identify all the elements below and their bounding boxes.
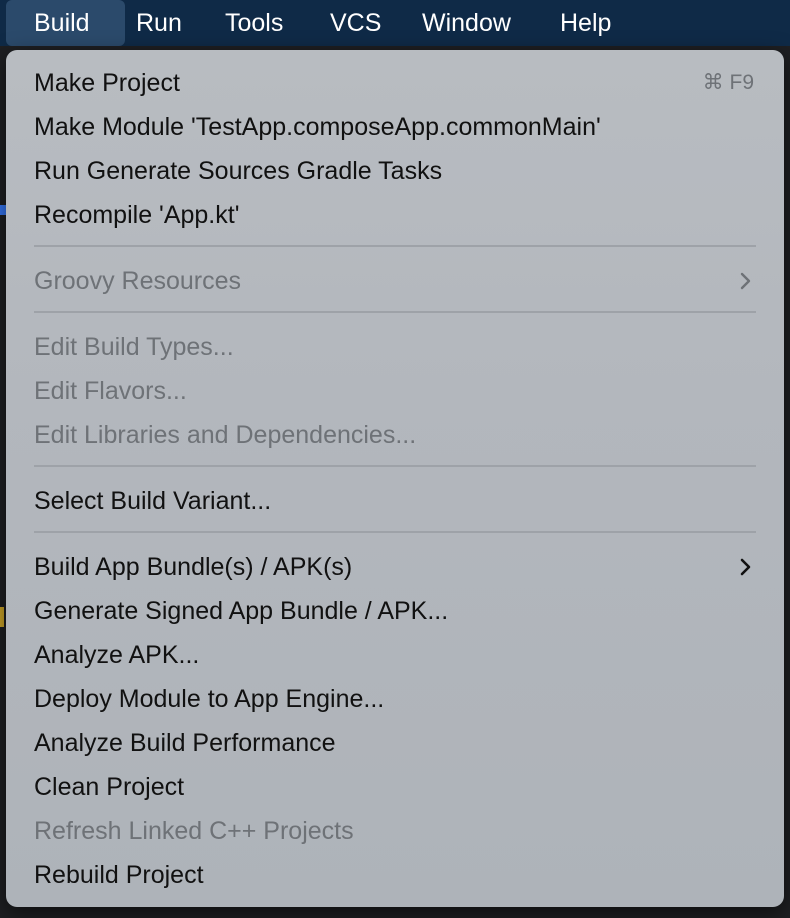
menu-item-label: Clean Project bbox=[34, 773, 185, 801]
menu-item-edit-libraries[interactable]: Edit Libraries and Dependencies... bbox=[34, 415, 756, 455]
menu-separator bbox=[34, 311, 756, 313]
menu-item-label: Select Build Variant... bbox=[34, 487, 272, 515]
menu-item-label: Recompile 'App.kt' bbox=[34, 201, 240, 229]
shortcut-label: ⌘ F9 bbox=[702, 71, 754, 94]
menu-item-refresh-linked-cpp[interactable]: Refresh Linked C++ Projects bbox=[34, 811, 756, 851]
menu-item-label: Analyze APK... bbox=[34, 641, 200, 669]
menu-item-deploy-module[interactable]: Deploy Module to App Engine... bbox=[34, 679, 756, 719]
menubar-vcs[interactable]: VCS bbox=[316, 0, 395, 46]
menu-item-label: Edit Libraries and Dependencies... bbox=[34, 421, 417, 449]
menu-item-label: Run Generate Sources Gradle Tasks bbox=[34, 157, 443, 185]
menu-item-edit-build-types[interactable]: Edit Build Types... bbox=[34, 327, 756, 367]
menu-item-label: Groovy Resources bbox=[34, 267, 242, 295]
menubar-build[interactable]: Build bbox=[6, 0, 125, 46]
menu-bar: Build Run Tools VCS Window Help bbox=[0, 0, 790, 46]
menu-item-label: Make Project bbox=[34, 69, 180, 97]
editor-marker-warning bbox=[0, 607, 4, 627]
menubar-run[interactable]: Run bbox=[122, 0, 196, 46]
build-menu: Make Project ⌘ F9 Make Module 'TestApp.c… bbox=[6, 50, 784, 907]
menu-item-make-project[interactable]: Make Project ⌘ F9 bbox=[34, 63, 756, 103]
menu-item-label: Make Module 'TestApp.composeApp.commonMa… bbox=[34, 113, 601, 141]
menu-item-label: Refresh Linked C++ Projects bbox=[34, 817, 354, 845]
menu-item-clean-project[interactable]: Clean Project bbox=[34, 767, 756, 807]
menu-item-label: Build App Bundle(s) / APK(s) bbox=[34, 553, 353, 581]
menu-item-analyze-build-performance[interactable]: Analyze Build Performance bbox=[34, 723, 756, 763]
menu-item-label: Deploy Module to App Engine... bbox=[34, 685, 385, 713]
menu-item-recompile[interactable]: Recompile 'App.kt' bbox=[34, 195, 756, 235]
menu-item-label: Generate Signed App Bundle / APK... bbox=[34, 597, 449, 625]
menu-separator bbox=[34, 245, 756, 247]
menubar-window[interactable]: Window bbox=[408, 0, 525, 46]
menu-item-label: Analyze Build Performance bbox=[34, 729, 336, 757]
chevron-right-icon bbox=[740, 558, 751, 576]
menu-item-build-app-bundle[interactable]: Build App Bundle(s) / APK(s) bbox=[34, 547, 756, 587]
menu-separator bbox=[34, 531, 756, 533]
menu-item-label: Edit Flavors... bbox=[34, 377, 187, 405]
menu-item-run-generate-sources[interactable]: Run Generate Sources Gradle Tasks bbox=[34, 151, 756, 191]
menu-item-edit-flavors[interactable]: Edit Flavors... bbox=[34, 371, 756, 411]
menu-separator bbox=[34, 465, 756, 467]
menu-item-select-build-variant[interactable]: Select Build Variant... bbox=[34, 481, 756, 521]
menu-item-rebuild-project[interactable]: Rebuild Project bbox=[34, 855, 756, 895]
menubar-help[interactable]: Help bbox=[546, 0, 625, 46]
menu-item-groovy-resources[interactable]: Groovy Resources bbox=[34, 261, 756, 301]
menu-item-label: Rebuild Project bbox=[34, 861, 204, 889]
menu-item-generate-signed[interactable]: Generate Signed App Bundle / APK... bbox=[34, 591, 756, 631]
chevron-right-icon bbox=[740, 272, 751, 290]
menu-item-make-module[interactable]: Make Module 'TestApp.composeApp.commonMa… bbox=[34, 107, 756, 147]
menu-item-label: Edit Build Types... bbox=[34, 333, 234, 361]
menubar-tools[interactable]: Tools bbox=[211, 0, 297, 46]
menu-item-analyze-apk[interactable]: Analyze APK... bbox=[34, 635, 756, 675]
